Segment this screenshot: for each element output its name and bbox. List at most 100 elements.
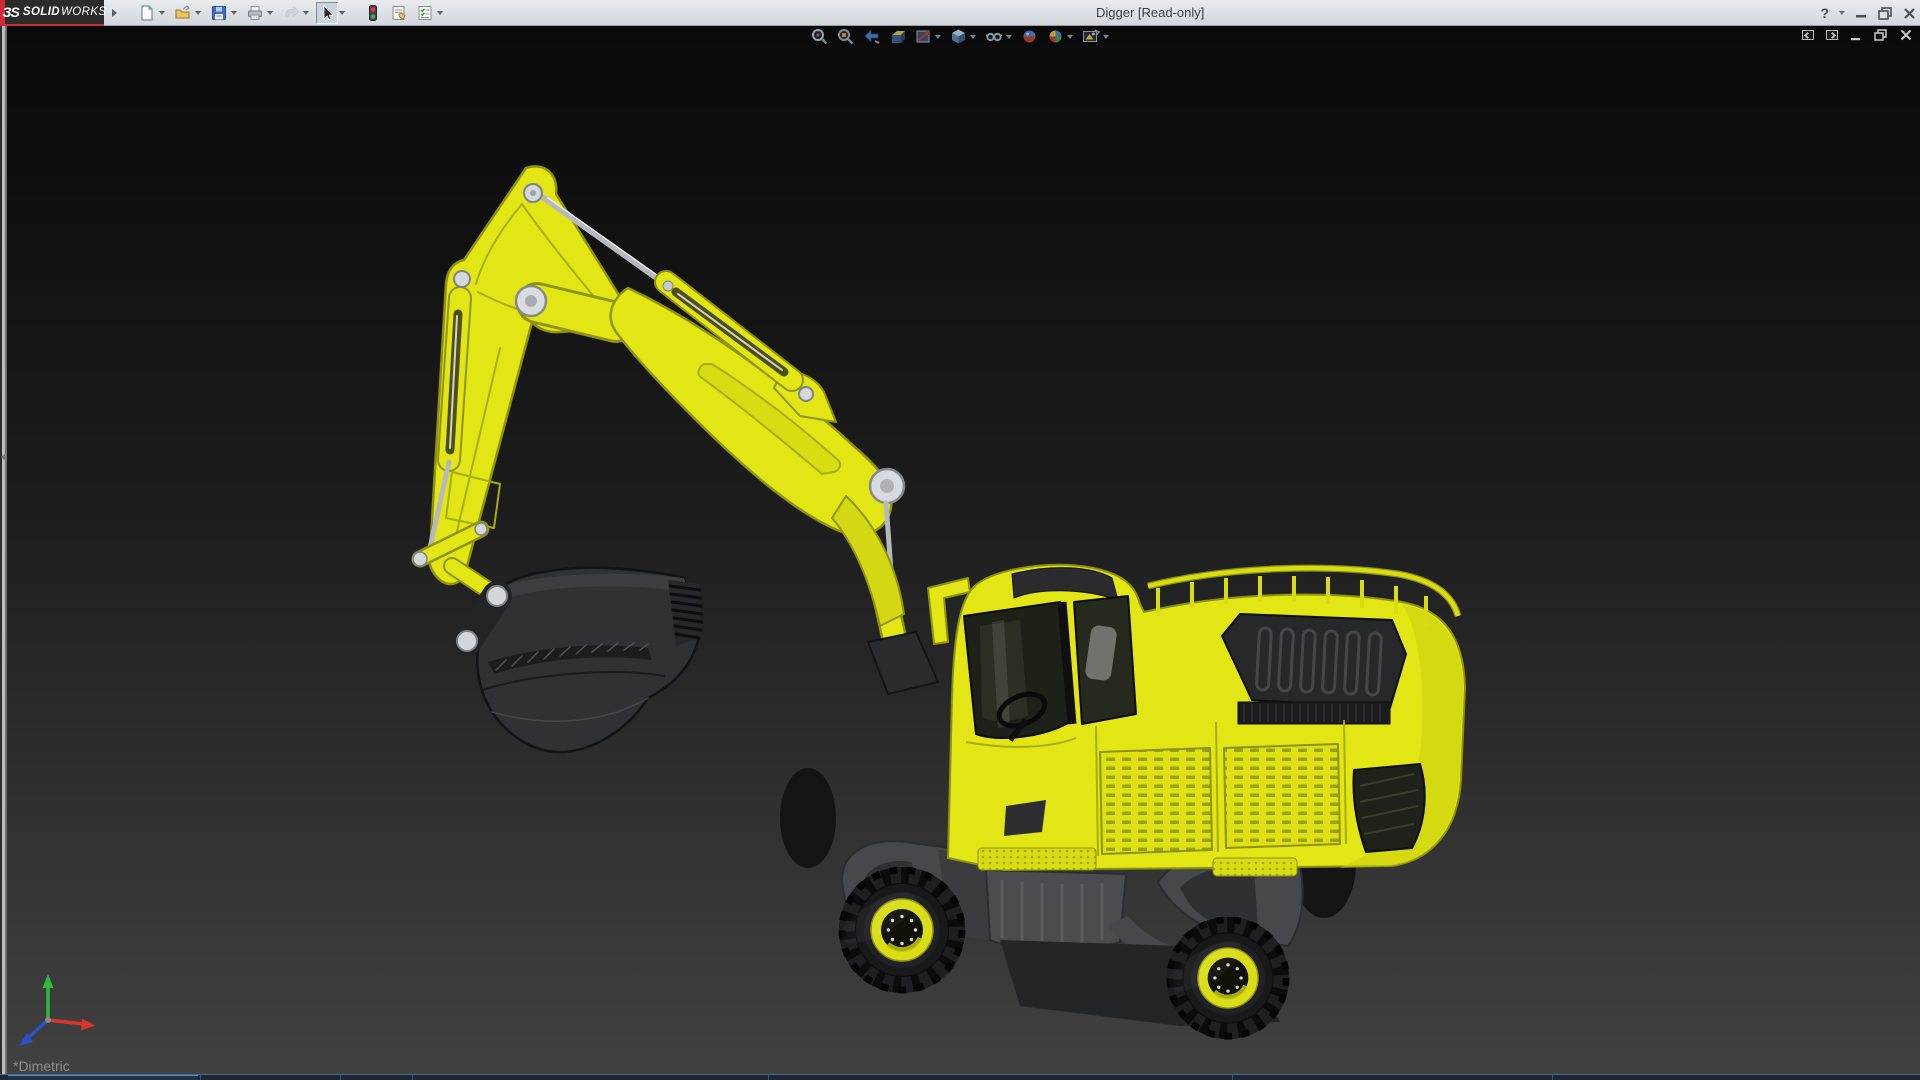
view-orientation-dropdown-arrow[interactable] <box>970 34 976 39</box>
zoom-to-fit-button[interactable] <box>811 28 828 45</box>
pane-toggle-left-icon[interactable] <box>1802 30 1814 40</box>
restore-button[interactable] <box>1878 6 1893 20</box>
rebuild-button-group <box>362 2 384 24</box>
undo-button[interactable] <box>280 2 302 24</box>
chassis-center-box <box>985 869 1127 951</box>
apply-scene-button[interactable] <box>1047 28 1073 45</box>
triad-x-arrow <box>81 1018 95 1031</box>
apply-scene-icon <box>1049 30 1062 43</box>
taskbar-divider <box>768 1075 769 1080</box>
save-button[interactable] <box>208 2 230 24</box>
3d-scene-canvas[interactable] <box>0 26 1920 1074</box>
solidworks-logo-bold: SOLID <box>22 6 61 18</box>
print-dropdown-arrow[interactable] <box>267 11 273 15</box>
boom-assembly[interactable] <box>411 165 939 754</box>
minimize-button[interactable] <box>1855 7 1868 19</box>
options-dropdown-arrow[interactable] <box>437 11 443 15</box>
excavator-model[interactable] <box>411 165 1466 1039</box>
taskbar-active-segment[interactable] <box>8 1075 198 1080</box>
hide-show-items-icon <box>985 32 1003 42</box>
save-button-group <box>208 2 240 24</box>
view-settings-button[interactable] <box>1082 28 1109 45</box>
featuremanager-splitter[interactable] <box>0 26 9 1074</box>
open-folder-icon <box>175 5 190 19</box>
help-button[interactable]: ? <box>1820 6 1829 20</box>
solidworks-logo-glyph: ЗS <box>2 4 20 20</box>
new-document-icon <box>141 5 153 21</box>
engine-grille-band <box>1237 701 1391 725</box>
print-button-group <box>244 2 276 24</box>
zoom-to-area-icon <box>838 29 854 45</box>
new-dropdown-arrow[interactable] <box>159 11 165 15</box>
options-button[interactable] <box>414 2 436 24</box>
file-properties-icon <box>392 6 406 20</box>
select-tool-button[interactable] <box>316 2 338 24</box>
far-wheel-front[interactable] <box>780 768 836 868</box>
solidworks-logo: ЗS SOLID WORKS <box>0 0 106 26</box>
main-toolbar <box>136 1 450 25</box>
zoom-to-area-button[interactable] <box>837 28 854 45</box>
window-controls: ? <box>1820 0 1916 26</box>
close-button[interactable] <box>1903 7 1916 20</box>
print-icon <box>248 6 262 20</box>
zoom-to-fit-icon <box>812 29 828 45</box>
orientation-triad <box>19 974 95 1046</box>
previous-view-icon <box>864 29 880 44</box>
file-properties-button[interactable] <box>388 2 410 24</box>
section-view-icon <box>892 31 905 43</box>
taskbar-divider <box>1232 1075 1233 1080</box>
display-style-icon <box>916 30 930 43</box>
apply-scene-dropdown-arrow[interactable] <box>1067 34 1073 39</box>
edit-appearance-icon <box>1023 30 1036 43</box>
pane-toggle-right-icon[interactable] <box>1826 30 1838 40</box>
display-style-dropdown-arrow[interactable] <box>935 34 941 39</box>
rebuild-traffic-light-icon <box>369 5 377 21</box>
open-dropdown-arrow[interactable] <box>195 11 201 15</box>
hide-show-items-dropdown-arrow[interactable] <box>1006 34 1012 39</box>
save-icon <box>212 6 226 20</box>
display-style-button[interactable] <box>915 28 941 45</box>
edit-appearance-button[interactable] <box>1021 28 1038 45</box>
document-window-controls <box>1802 29 1912 41</box>
taskbar-divider <box>1552 1075 1553 1080</box>
undo-icon <box>285 5 300 18</box>
taskbar-divider <box>340 1075 341 1080</box>
select-dropdown-arrow[interactable] <box>339 11 345 15</box>
document-title: Digger [Read-only] <box>1096 5 1205 20</box>
new-document-button[interactable] <box>136 2 158 24</box>
help-dropdown-arrow[interactable] <box>1839 11 1845 15</box>
os-taskbar-edge[interactable] <box>0 1074 1920 1080</box>
title-bar: ЗS SOLID WORKS Digger [Read-only] ? <box>0 0 1920 26</box>
open-button[interactable] <box>172 2 194 24</box>
view-orientation-button[interactable] <box>950 28 976 45</box>
options-group <box>414 2 446 24</box>
headsup-view-toolbar <box>811 28 1109 45</box>
doc-restore-button[interactable] <box>1874 29 1888 41</box>
side-vent-panel-2 <box>1223 743 1341 849</box>
splitter-collapse-arrow-icon[interactable] <box>1 452 7 462</box>
new-button-group <box>136 2 168 24</box>
hide-show-items-button[interactable] <box>985 28 1012 45</box>
undo-dropdown-arrow[interactable] <box>303 11 309 15</box>
view-settings-dropdown-arrow[interactable] <box>1103 34 1109 39</box>
triad-y-arrow <box>42 974 54 988</box>
file-properties-group <box>388 2 410 24</box>
open-button-group <box>172 2 204 24</box>
side-vent-panel-1 <box>1099 747 1213 855</box>
section-view-button[interactable] <box>889 28 906 45</box>
view-orientation-icon <box>952 29 965 44</box>
taskbar-divider <box>412 1075 413 1080</box>
menu-expand-arrow-icon[interactable] <box>112 9 117 17</box>
cab-step-cutout <box>1004 800 1046 836</box>
save-dropdown-arrow[interactable] <box>231 11 237 15</box>
doc-minimize-button[interactable] <box>1850 30 1862 41</box>
step-strip-front <box>977 847 1097 871</box>
rear-window <box>1352 763 1426 853</box>
doc-close-button[interactable] <box>1900 29 1912 41</box>
previous-view-button[interactable] <box>863 28 880 45</box>
view-orientation-label: *Dimetric <box>13 1058 70 1074</box>
3d-viewport[interactable]: *Dimetric <box>0 26 1920 1074</box>
rebuild-button[interactable] <box>362 2 384 24</box>
select-cursor-icon <box>323 5 334 21</box>
print-button[interactable] <box>244 2 266 24</box>
